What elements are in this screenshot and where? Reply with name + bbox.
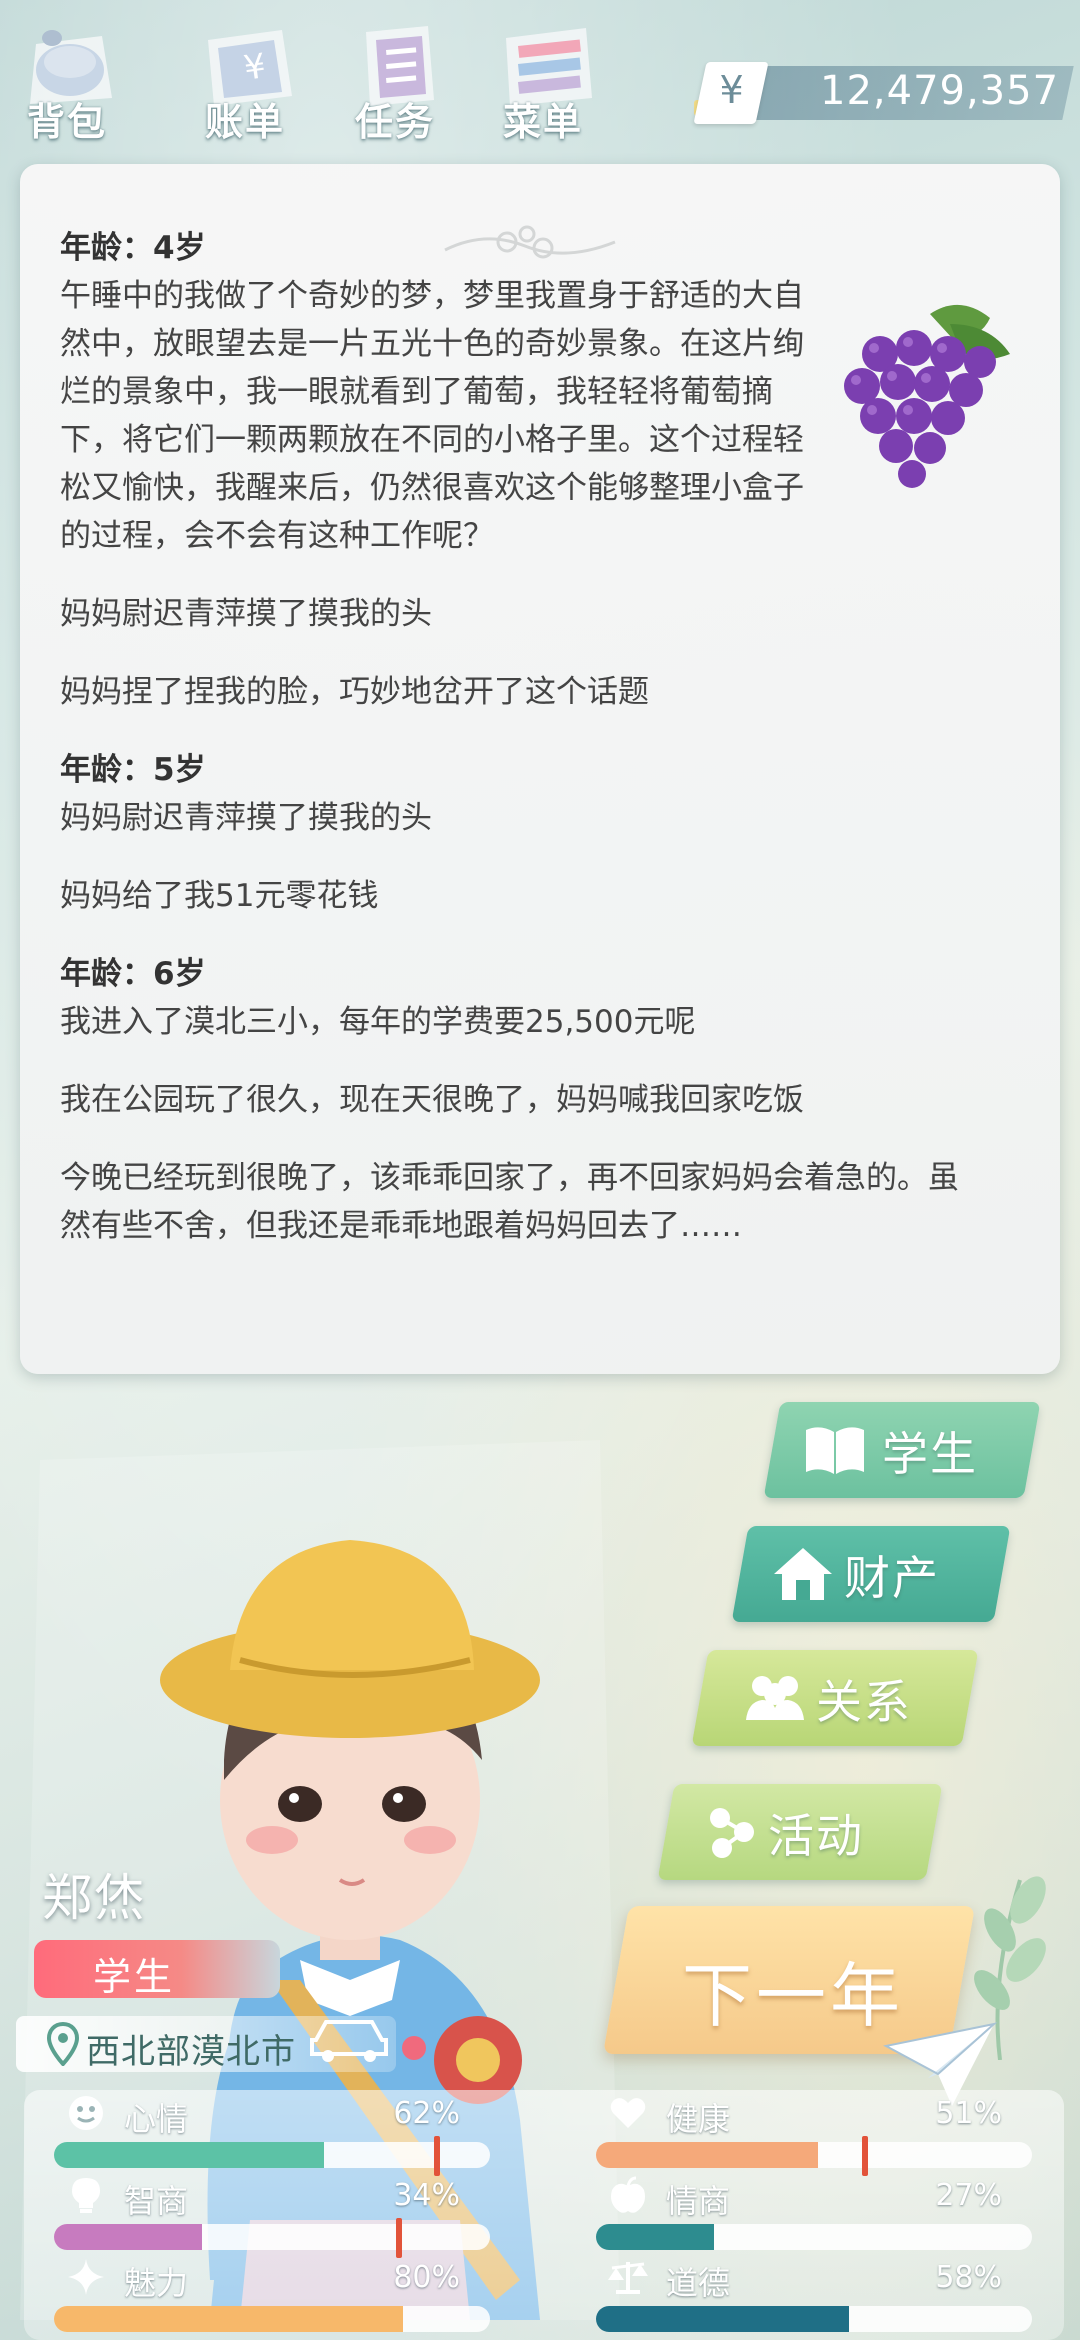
button-label: 活动 [768,1809,864,1863]
stat-marker [862,2136,868,2176]
smile-icon [69,2096,103,2130]
story-paragraph: 妈妈尉迟青萍摸了摸我的头 [60,596,432,632]
stat-bar [596,2224,1032,2250]
stat-value: 62% [393,2096,460,2131]
stat-value: 80% [393,2260,460,2295]
stat-eq: 情商 27% [566,2174,1032,2250]
nav-task[interactable]: 任务 [330,10,460,150]
stat-bar [54,2306,490,2332]
story-paragraph: 我进入了漠北三小，每年的学费要25,500元呢 [60,1004,696,1040]
stat-bar [54,2142,490,2168]
stat-label: 情商 [666,2182,731,2220]
stat-health: 健康 51% [566,2092,1032,2176]
money-value: 12,479,357 [820,68,1060,114]
house-icon [774,1548,832,1600]
nav-label: 菜单 [502,100,583,144]
stat-bar [596,2306,1032,2332]
heart-icon [610,2098,646,2128]
stat-bar [596,2142,1032,2168]
activity-dots-icon [710,1808,754,1858]
nav-bill[interactable]: ¥ 账单 [180,10,310,150]
age-heading: 年龄：5岁 [60,752,206,788]
story-paragraph: 妈妈尉迟青萍摸了摸我的头 [60,800,432,836]
stat-fill [54,2142,325,2168]
story-paragraph: 妈妈捏了捏我的脸，巧妙地岔开了这个话题 [60,674,649,710]
stat-label: 健康 [666,2100,731,2138]
story-panel[interactable]: 年龄：4岁 午睡中的我做了个奇妙的梦，梦里我置身于舒适的大自然中，放眼望去是一片… [20,164,1060,1374]
character-name: 郑烋 [42,1869,146,1927]
stat-bar [54,2224,490,2250]
location-pin-icon [46,2022,80,2066]
role-badge: 学生 [34,1940,280,1999]
car-icon[interactable] [306,2010,392,2064]
next-year-label: 下一年 [682,1955,904,2037]
location-text: 西北部漠北市 [86,2032,296,2072]
stat-label: 心情 [124,2100,189,2138]
age-heading: 年龄：6岁 [60,956,206,992]
stat-value: 51% [935,2096,1002,2131]
nav-backpack[interactable]: 背包 [2,10,132,150]
scales-icon [608,2262,648,2294]
stats-panel: 心情 62% 健康 51% 智商 34% 情商 27% 魅力 80% 道德 58… [24,2090,1064,2340]
stat-fill [596,2306,849,2332]
nav-menu[interactable]: 菜单 [478,10,608,150]
button-label: 学生 [882,1427,978,1481]
stat-label: 智商 [124,2182,189,2220]
stat-marker [396,2218,402,2258]
stat-marker [434,2136,440,2176]
stat-fill [596,2224,714,2250]
role-label: 学生 [92,1955,175,1999]
stat-label: 魅力 [124,2264,189,2302]
story-log: 年龄：4岁 午睡中的我做了个奇妙的梦，梦里我置身于舒适的大自然中，放眼望去是一片… [60,224,959,1280]
book-icon [806,1427,864,1474]
button-label: 财产 [844,1551,940,1605]
stat-fill [54,2224,203,2250]
story-entry: 年龄：6岁 我进入了漠北三小，每年的学费要25,500元呢 我在公园玩了很久，现… [60,950,959,1250]
stat-mood: 心情 62% [24,2092,490,2176]
property-button[interactable]: 财产 [731,1526,1011,1622]
people-icon [746,1676,804,1720]
story-paragraph: 今晚已经玩到很晚了，该乖乖回家了，再不回家妈妈会着急的。虽然有些不舍，但我还是乖… [60,1160,959,1244]
top-nav: 背包 ¥ 账单 任务 菜单 ¥ 12,479,357 [0,0,1080,160]
nav-label: 账单 [204,100,285,144]
story-entry: 年龄：4岁 午睡中的我做了个奇妙的梦，梦里我置身于舒适的大自然中，放眼望去是一片… [60,224,820,716]
story-paragraph: 午睡中的我做了个奇妙的梦，梦里我置身于舒适的大自然中，放眼望去是一片五光十色的奇… [60,278,804,554]
nav-label: 任务 [354,100,435,144]
stat-morality: 道德 58% [566,2256,1032,2332]
age-heading: 年龄：4岁 [60,230,206,266]
stat-iq: 智商 34% [24,2174,490,2258]
money-display: ¥ 12,479,357 [693,62,1074,124]
stat-charm: 魅力 80% [24,2256,490,2332]
button-label: 关系 [816,1675,912,1729]
story-paragraph: 妈妈给了我51元零花钱 [60,878,379,914]
sparkle-icon [68,2259,104,2295]
nav-label: 背包 [26,100,107,144]
apple-icon [611,2176,645,2213]
stat-label: 道德 [666,2264,731,2302]
grapes-icon [844,304,1010,488]
stat-value: 58% [935,2260,1002,2295]
yen-symbol: ¥ [719,68,744,112]
stat-value: 34% [393,2178,460,2213]
lightbulb-icon [72,2178,100,2213]
yen-icon: ¥ [693,62,769,124]
stat-fill [596,2142,819,2168]
student-button[interactable]: 学生 [763,1402,1041,1498]
story-paragraph: 我在公园玩了很久，现在天很晚了，妈妈喊我回家吃饭 [60,1082,804,1118]
relationship-button[interactable]: 关系 [691,1650,979,1746]
story-entry: 年龄：5岁 妈妈尉迟青萍摸了摸我的头 妈妈给了我51元零花钱 [60,746,820,920]
stat-fill [54,2306,403,2332]
activity-button[interactable]: 活动 [657,1784,943,1880]
stat-value: 27% [935,2178,1002,2213]
